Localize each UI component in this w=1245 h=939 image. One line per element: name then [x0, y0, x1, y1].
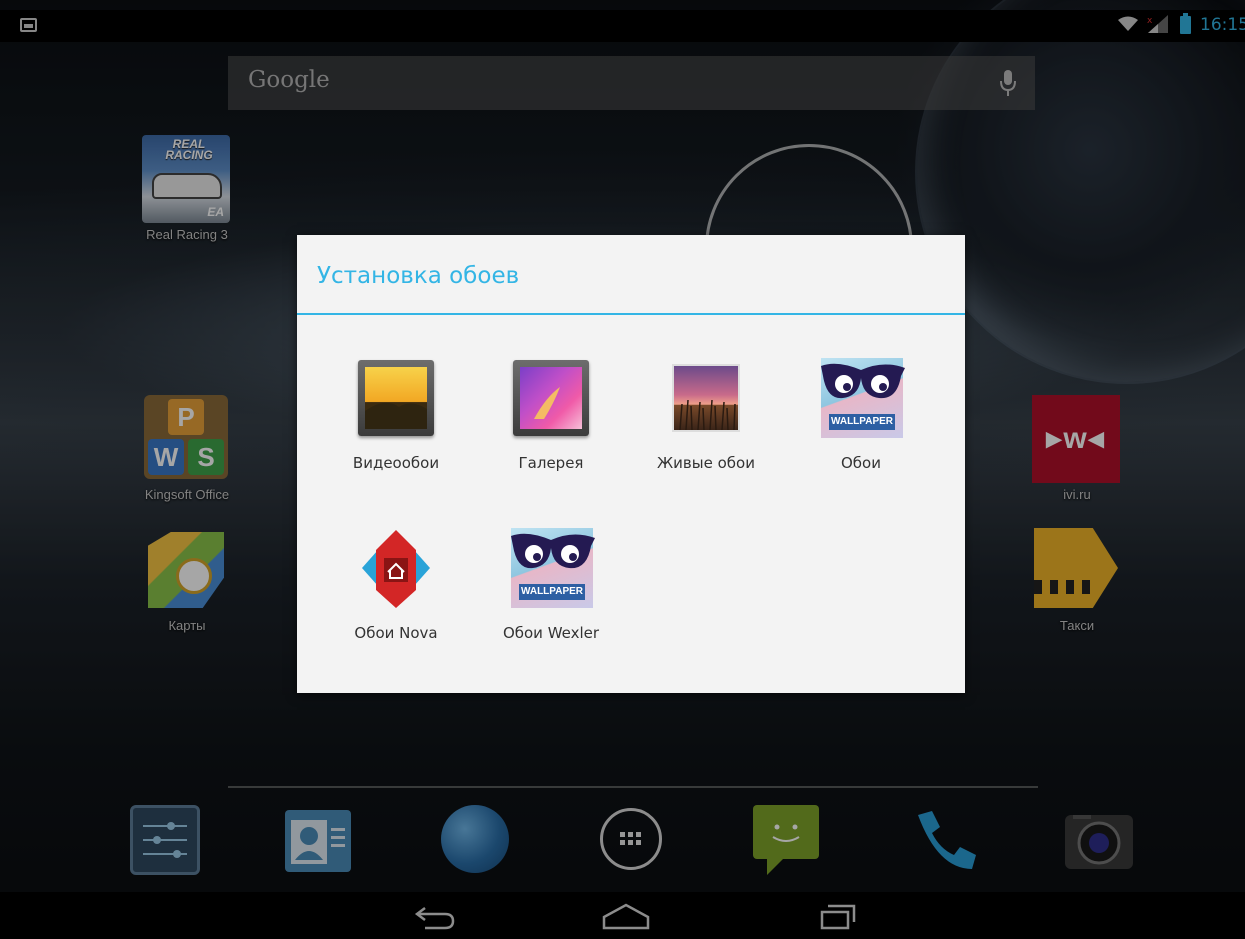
video-wallpaper-icon	[356, 358, 436, 438]
dialog-title: Установка обоев	[317, 263, 520, 289]
live-wallpaper-icon	[666, 358, 746, 438]
item-label: Живые обои	[657, 454, 755, 472]
gallery-icon	[511, 358, 591, 438]
item-label: Галерея	[518, 454, 584, 472]
item-label: Обои Wexler	[502, 624, 600, 642]
option-wallpaper[interactable]: WALLPAPER Обои	[784, 358, 934, 508]
dialog-title-divider	[297, 313, 965, 315]
option-video-wallpaper[interactable]: Видеообои	[319, 358, 469, 508]
item-label: Видеообои	[352, 454, 440, 472]
home-screen: x 16:15 Google REAL RACING EA Real Racin…	[0, 0, 1245, 939]
item-label: Обои	[841, 454, 881, 472]
wallpaper-badge: WALLPAPER	[829, 414, 895, 430]
item-label: Обои Nova	[354, 624, 438, 642]
option-wexler-wallpaper[interactable]: WALLPAPER Обои Wexler	[474, 528, 624, 678]
nova-wallpaper-icon	[356, 528, 436, 608]
option-gallery[interactable]: Галерея	[474, 358, 624, 508]
option-live-wallpaper[interactable]: Живые обои	[629, 358, 779, 508]
set-wallpaper-dialog: Установка обоев Видеообои Галерея Живые …	[297, 235, 965, 693]
wexler-wallpaper-icon: WALLPAPER	[511, 528, 595, 608]
wallpaper-icon: WALLPAPER	[821, 358, 905, 438]
wallpaper-badge: WALLPAPER	[519, 584, 585, 600]
option-nova-wallpaper[interactable]: Обои Nova	[319, 528, 469, 678]
